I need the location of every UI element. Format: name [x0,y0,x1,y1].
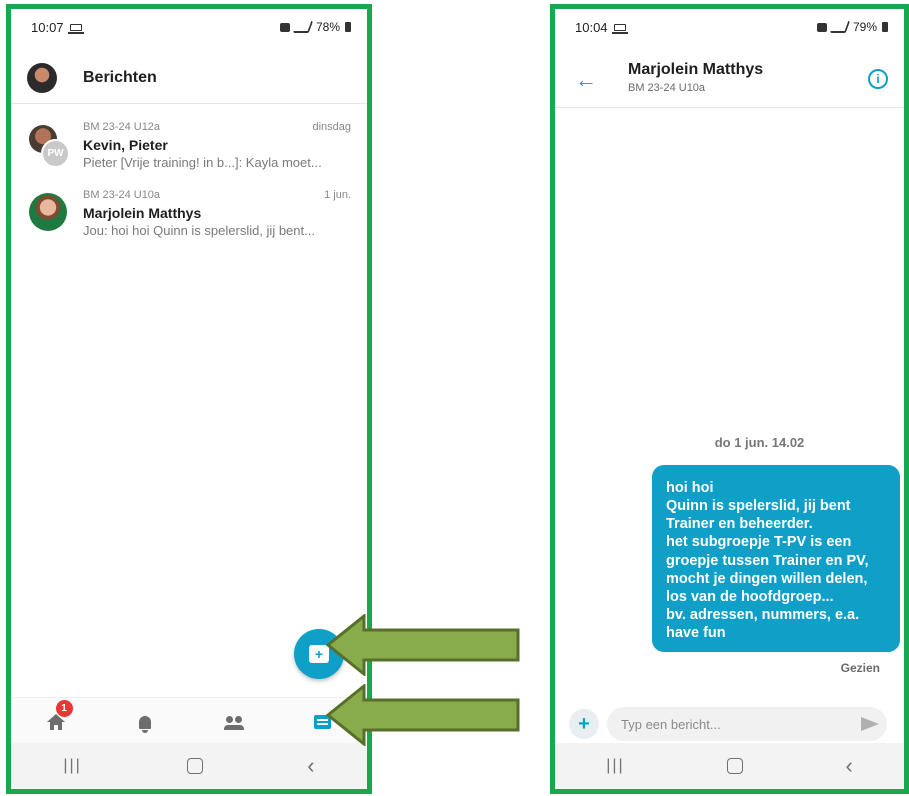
back-button[interactable]: ‹ [307,753,314,779]
conversation-preview: Pieter [Vrije training! in b...]: Kayla … [83,155,322,170]
info-icon[interactable]: i [868,69,888,89]
phone-screen-chat: 10:04 79% ← Marjolein Matthys BM 23-24 U… [550,4,909,794]
signal-icon [829,21,851,33]
conversation-avatar: PW [29,125,70,168]
plus-icon[interactable]: + [569,709,599,739]
annotation-arrow-messages-tab [326,684,520,746]
chat-contact-name: Marjolein Matthys [628,61,764,78]
battery-icon [345,22,351,32]
status-bar: 10:04 79% [555,9,904,45]
screen-mirror-icon [611,23,628,34]
status-time: 10:04 [575,19,608,35]
bell-icon [138,715,151,733]
message-input[interactable]: Typ een bericht... [607,707,887,741]
conversation-item[interactable]: BM 23-24 U10a 1 jun. Marjolein Matthys J… [11,185,367,253]
nav-groups[interactable] [209,702,259,742]
bottom-navigation: 1 [11,697,367,746]
annotation-arrow-new-message [326,614,520,676]
home-button[interactable] [186,758,203,774]
message-date: do 1 jun. 14.02 [714,435,805,450]
page-title: Berichten [83,69,157,86]
conversation-preview: Jou: hoi hoi Quinn is spelerslid, jij be… [83,223,315,238]
back-button[interactable]: ‹ [845,753,852,779]
battery-icon [882,22,888,32]
conversation-avatar [29,193,67,231]
conversation-group: BM 23-24 U12a [83,121,161,133]
profile-avatar[interactable] [27,63,57,93]
nav-notifications[interactable] [120,702,170,742]
recents-button[interactable]: ||| [606,757,624,775]
recents-button[interactable]: ||| [63,757,81,775]
message-input-placeholder: Typ een bericht... [621,716,721,732]
battery-percentage: 78% [315,20,340,34]
avatar-initials: PW [41,139,70,168]
phone-screen-messages: 10:07 78% Berichten PW BM 23-24 U12a din… [6,4,372,794]
conversation-date: dinsdag [312,121,351,133]
app-header: Berichten [11,53,367,104]
conversation-names: Kevin, Pieter [83,137,168,153]
group-icon [223,716,244,730]
alarm-icon [816,22,827,32]
back-arrow-icon[interactable]: ← [575,67,597,93]
status-time: 10:07 [31,19,64,35]
message-bubble[interactable]: hoi hoi Quinn is spelerslid, jij bent Tr… [652,465,900,653]
seen-status: Gezien [840,661,880,675]
signal-icon [292,21,314,33]
chat-group-name: BM 23-24 U10a [628,82,706,94]
conversation-item[interactable]: PW BM 23-24 U12a dinsdag Kevin, Pieter P… [11,117,367,185]
chat-header: ← Marjolein Matthys BM 23-24 U10a i [555,53,904,108]
nav-home[interactable]: 1 [31,700,81,742]
home-button[interactable] [727,758,744,774]
conversation-date: 1 jun. [324,189,351,201]
send-icon[interactable] [861,717,879,731]
message-composer: + Typ een bericht... [555,704,904,744]
battery-percentage: 79% [852,20,877,34]
alarm-icon [279,22,290,32]
status-bar: 10:07 78% [11,9,367,45]
avatar-photo [29,193,67,231]
system-navigation-bar: ||| ‹ [555,743,904,789]
system-navigation-bar: ||| ‹ [11,743,367,789]
conversation-group: BM 23-24 U10a [83,189,161,201]
conversation-names: Marjolein Matthys [83,205,202,221]
conversation-list: PW BM 23-24 U12a dinsdag Kevin, Pieter P… [11,117,367,253]
screen-mirror-icon [67,23,84,34]
notification-badge: 1 [55,700,73,717]
